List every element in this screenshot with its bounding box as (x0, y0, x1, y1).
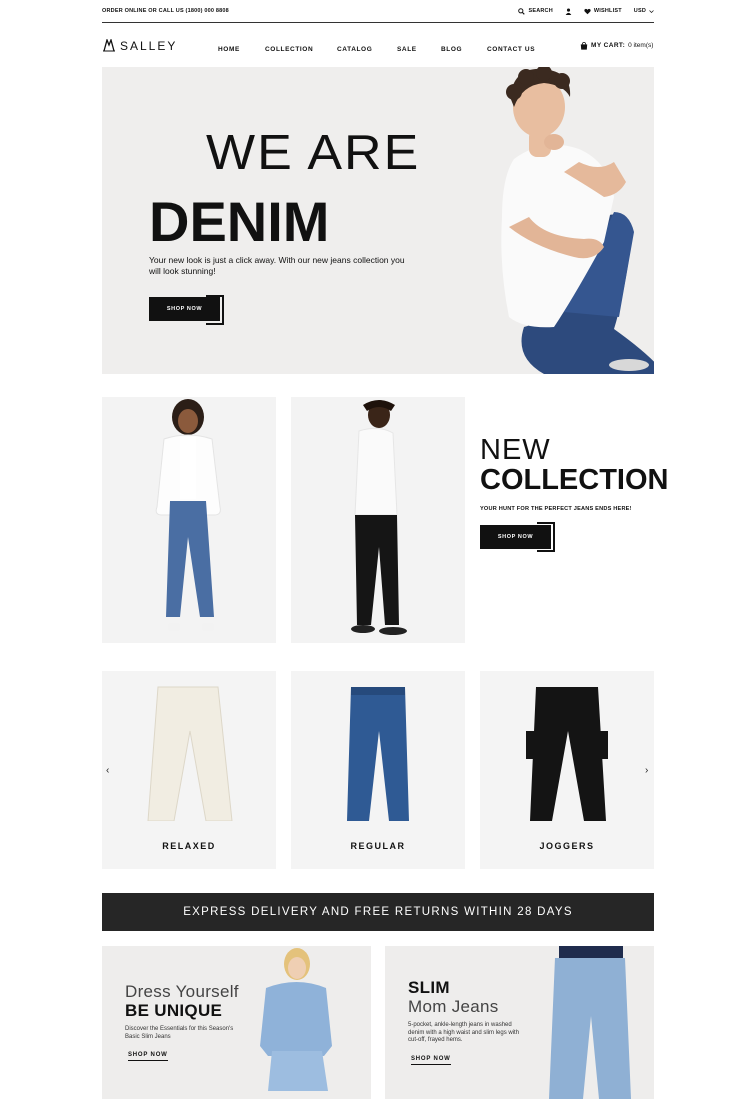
collection-title-line1: NEW (480, 434, 551, 466)
nav-collection[interactable]: COLLECTION (265, 46, 313, 53)
collection-title-line2: COLLECTION (480, 464, 669, 496)
hero-model-image (501, 67, 654, 374)
heart-icon (584, 8, 591, 14)
category-label: REGULAR (350, 841, 406, 851)
account-link[interactable] (565, 8, 572, 15)
collection-image-man (291, 397, 465, 643)
regular-jeans-image (347, 687, 409, 821)
collection-shop-now-button[interactable]: SHOP NOW (480, 525, 551, 549)
shopping-bag-icon (580, 41, 588, 50)
search-label: SEARCH (528, 8, 553, 14)
promo-light-title: Dress Yourself (125, 982, 239, 1001)
carousel-next-arrow[interactable]: › (645, 765, 648, 776)
nav-home[interactable]: HOME (218, 46, 240, 53)
top-bar-actions: SEARCH WISHLIST USD (518, 7, 654, 15)
hero-title-line2: DENIM (149, 190, 330, 253)
hero-banner: WE ARE DENIM Your new look is just a cli… (102, 67, 654, 374)
woman-model-image (155, 399, 221, 631)
cart-count: 0 item(s) (628, 42, 654, 49)
denim-jacket-model-image (260, 948, 332, 1091)
wishlist-label: WISHLIST (593, 8, 622, 14)
category-relaxed[interactable]: RELAXED (102, 671, 276, 869)
nav-catalog[interactable]: CATALOG (337, 46, 372, 53)
delivery-banner: EXPRESS DELIVERY AND FREE RETURNS WITHIN… (102, 893, 654, 931)
order-phone-text: ORDER ONLINE OR CALL US (1800) 000 8808 (102, 8, 229, 14)
user-icon (565, 8, 572, 15)
promo-description: 5-pocket, ankle-length jeans in washed d… (408, 1022, 520, 1043)
nav-contact-us[interactable]: CONTACT US (487, 46, 535, 53)
promo-be-unique[interactable]: Dress Yourself BE UNIQUE Discover the Es… (102, 946, 371, 1099)
main-header: SALLEY HOME COLLECTION CATALOG SALE BLOG… (102, 24, 654, 67)
search-icon (518, 7, 526, 15)
relaxed-jeans-image (147, 686, 233, 822)
category-regular[interactable]: REGULAR (291, 671, 465, 869)
mom-jeans-model-image (549, 946, 631, 1099)
promo-slim-mom-jeans[interactable]: SLIM Mom Jeans 5-pocket, ankle-length je… (385, 946, 654, 1099)
logo[interactable]: SALLEY (102, 39, 218, 53)
category-joggers[interactable]: JOGGERS (480, 671, 654, 869)
promo-description: Discover the Essentials for this Season'… (125, 1026, 234, 1040)
cart-label: MY CART: (591, 42, 626, 49)
category-label: RELAXED (162, 841, 216, 851)
collection-subtitle: YOUR HUNT FOR THE PERFECT JEANS ENDS HER… (480, 506, 632, 512)
chevron-down-icon (649, 9, 654, 13)
hero-shop-now-button[interactable]: SHOP NOW (149, 297, 220, 321)
promo-shop-now-link[interactable]: SHOP NOW (128, 1052, 168, 1061)
hero-title-line1: WE ARE (206, 125, 421, 181)
promo-shop-now-link[interactable]: SHOP NOW (411, 1056, 451, 1065)
category-label: JOGGERS (539, 841, 595, 851)
collection-image-woman (102, 397, 276, 643)
promo-bold-title: SLIM (408, 978, 450, 997)
promo-light-title: Mom Jeans (408, 997, 499, 1016)
logo-mark-icon (103, 39, 115, 52)
search-link[interactable]: SEARCH (518, 7, 553, 15)
currency-selector[interactable]: USD (634, 8, 654, 14)
carousel-prev-arrow[interactable]: ‹ (106, 765, 109, 776)
top-bar: ORDER ONLINE OR CALL US (1800) 000 8808 … (102, 0, 654, 23)
promo-bold-title: BE UNIQUE (125, 1001, 223, 1020)
wishlist-link[interactable]: WISHLIST (584, 8, 622, 15)
nav-blog[interactable]: BLOG (441, 46, 462, 53)
joggers-image (526, 687, 608, 821)
currency-value: USD (633, 8, 646, 14)
nav-sale[interactable]: SALE (397, 46, 417, 53)
cart-link[interactable]: MY CART: 0 item(s) (580, 41, 654, 50)
hero-subtitle: Your new look is just a click away. With… (149, 255, 405, 276)
logo-text: SALLEY (120, 38, 178, 53)
man-model-image (351, 400, 407, 635)
